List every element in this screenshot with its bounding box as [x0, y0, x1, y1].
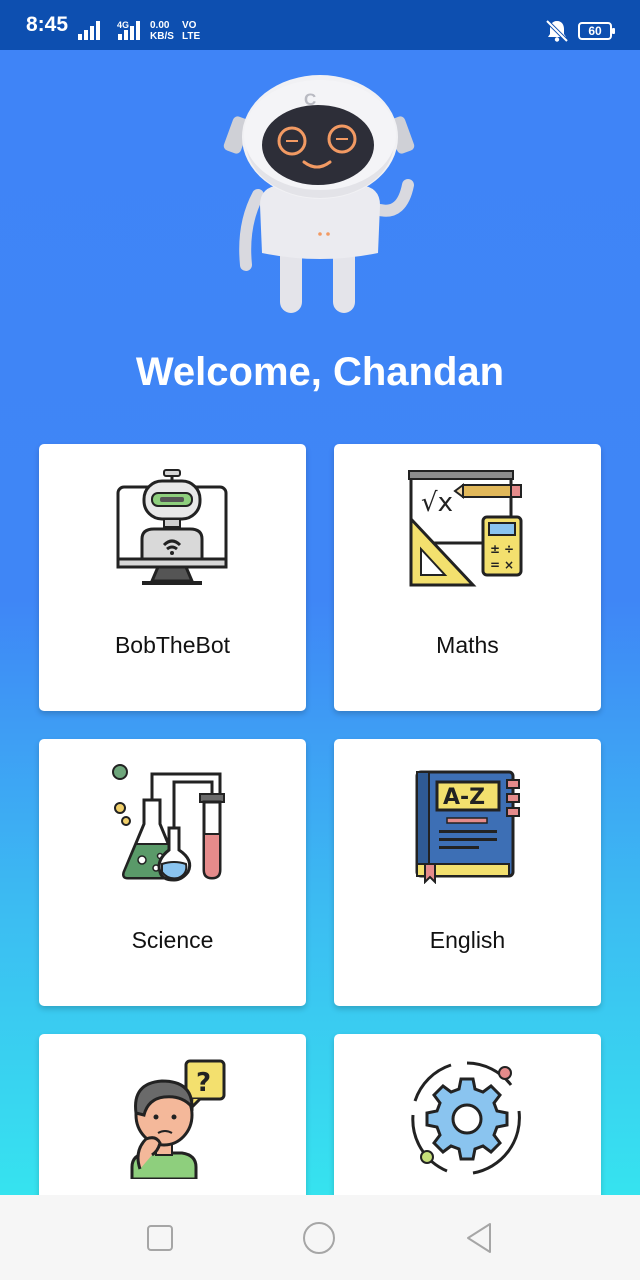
card-quiz[interactable]: ?: [39, 1034, 306, 1195]
bot-laptop-icon: [116, 469, 228, 585]
card-english[interactable]: A-Z English: [334, 739, 601, 1006]
data-speed: 0.00 KB/S: [150, 20, 174, 42]
svg-text:±: ±: [490, 542, 500, 556]
home-icon[interactable]: [302, 1221, 336, 1255]
recent-apps-icon[interactable]: [143, 1221, 177, 1255]
card-label-english: English: [429, 927, 506, 953]
status-time: 8:45: [26, 13, 69, 36]
welcome-heading: Welcome, Chandan: [135, 350, 505, 394]
muted-bell-icon: [545, 19, 569, 43]
svg-text:÷: ÷: [504, 542, 514, 556]
robot-mascot-icon: C: [223, 75, 415, 313]
math-board-icon: √x ± ÷ = ×: [408, 470, 523, 587]
svg-text:?: ?: [196, 1068, 211, 1098]
card-label-bobthebot: BobTheBot: [114, 632, 231, 658]
data-speed-value: 0.00: [150, 20, 170, 31]
status-bar: 8:45 4G 0.00 KB/S VO LTE 60: [0, 0, 640, 50]
svg-text:A-Z: A-Z: [443, 785, 485, 810]
svg-text:√x: √x: [421, 488, 453, 518]
card-maths[interactable]: √x ± ÷ = × Maths: [334, 444, 601, 711]
settings-gear-icon: [411, 1061, 521, 1175]
signal-icon-2: [118, 20, 140, 40]
card-label-science: Science: [131, 927, 214, 953]
home-screen: C Welcome, Chandan BobTheBot √x ± ÷ = × …: [0, 50, 640, 1195]
volte-indicator: VO LTE: [182, 20, 200, 42]
card-bobthebot[interactable]: BobTheBot: [39, 444, 306, 711]
card-science[interactable]: Science: [39, 739, 306, 1006]
volte-top: VO: [182, 20, 197, 31]
battery-indicator: 60: [578, 22, 615, 40]
system-nav-bar: [0, 1195, 640, 1280]
svg-text:=: =: [490, 558, 500, 572]
volte-bottom: LTE: [182, 31, 201, 42]
card-settings[interactable]: [334, 1034, 601, 1195]
data-speed-unit: KB/S: [150, 31, 174, 42]
thinking-person-icon: ?: [130, 1059, 226, 1179]
signal-icon-1: [78, 20, 100, 40]
card-label-maths: Maths: [436, 632, 499, 658]
az-book-icon: A-Z: [415, 770, 520, 884]
lab-flasks-icon: [112, 764, 225, 882]
svg-text:×: ×: [504, 558, 514, 572]
back-icon[interactable]: [462, 1221, 496, 1255]
